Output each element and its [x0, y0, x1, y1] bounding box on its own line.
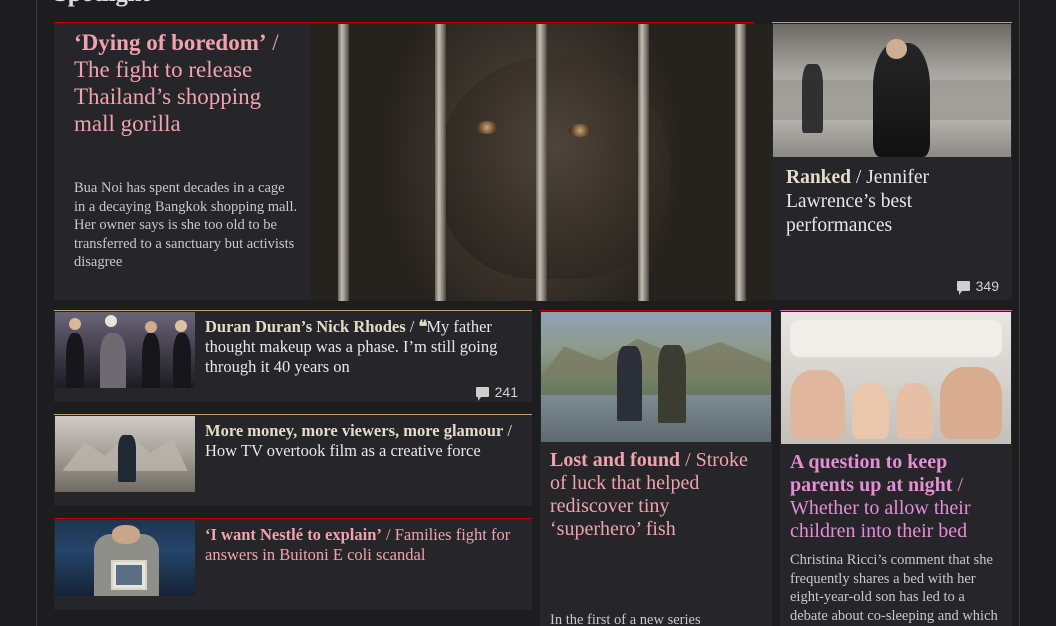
card-nestle-separator: /: [381, 525, 395, 544]
sleeping-adult-right: [939, 367, 1002, 439]
card-nestle-headline[interactable]: ‘I want Nestlé to explain’ / Families fi…: [205, 525, 522, 565]
duran-duran-thumbnail[interactable]: [55, 312, 195, 388]
comment-bubble-icon: [956, 281, 970, 295]
card-tv-glamour-separator: /: [503, 421, 513, 440]
pillow: [790, 319, 1002, 357]
card-superhero-fish-standfirst: In the first of a new series: [550, 612, 701, 626]
card-ranked-comment-count[interactable]: 349: [956, 278, 999, 295]
cage-bar: [434, 24, 446, 301]
hills-shape: [541, 338, 771, 377]
jl-figure: [872, 42, 931, 157]
gorilla-image[interactable]: [310, 24, 772, 301]
card-children-in-bed-separator: /: [952, 474, 964, 496]
river-image[interactable]: [541, 312, 771, 442]
card-gorilla-text: ‘Dying of boredom’ / The fight to releas…: [74, 29, 299, 272]
comment-bubble-icon: [475, 387, 489, 401]
card-gorilla-kicker: ‘Dying of boredom’: [74, 30, 267, 55]
band-member: [172, 333, 191, 388]
jl-head: [886, 38, 908, 59]
cage-bar: [638, 24, 650, 301]
card-tv-glamour-kicker: More money, more viewers, more glamour: [205, 421, 504, 440]
content-container: Spotlight Hide ‘Dying of bo: [37, 0, 1019, 626]
card-duran-duran-kicker: Duran Duran’s Nick Rhodes: [205, 317, 406, 336]
card-gorilla-headline-text: The fight to release Thailand’s shopping…: [74, 57, 262, 136]
card-nestle-kicker: ‘I want Nestlé to explain’: [205, 525, 382, 544]
comment-count-value: 349: [975, 278, 999, 294]
page-title: Spotlight: [54, 0, 150, 8]
tv-drama-thumbnail[interactable]: [55, 416, 195, 492]
photo-frame-inner: [116, 564, 143, 585]
card-duran-duran-comment-count[interactable]: 241: [475, 384, 518, 401]
cage-bar: [735, 24, 747, 301]
middle-column: Lost and found / Stroke of luck that hel…: [540, 310, 772, 626]
list-column: Duran Duran’s Nick Rhodes / ❝My father t…: [54, 310, 532, 622]
right-column: A question to keep parents up at night /…: [780, 310, 1012, 626]
card-nestle-body: ‘I want Nestlé to explain’ / Families fi…: [195, 519, 532, 610]
card-children-in-bed-headline[interactable]: A question to keep parents up at night /…: [790, 451, 1004, 543]
card-ranked-separator: /: [851, 167, 867, 188]
band-member: [66, 333, 85, 388]
card-tv-glamour-body: More money, more viewers, more glamour /…: [195, 415, 532, 506]
nestle-thumbnail[interactable]: [55, 520, 195, 596]
card-ranked-headline[interactable]: Ranked / Jennifer Lawrence’s best perfor…: [786, 166, 998, 238]
card-superhero-fish-kicker: Lost and found: [550, 449, 681, 471]
spotlight-section-page: Spotlight Hide ‘Dying of bo: [0, 0, 1056, 626]
card-tv-glamour-headline-text: How TV overtook film as a creative force: [205, 441, 481, 460]
card-tv-glamour-headline[interactable]: More money, more viewers, more glamour /…: [205, 421, 522, 461]
band-member-head: [175, 319, 188, 332]
card-gorilla-separator: /: [266, 30, 279, 55]
person-left: [616, 345, 643, 422]
card-duran-duran[interactable]: Duran Duran’s Nick Rhodes / ❝My father t…: [54, 310, 532, 402]
cage-bar: [536, 24, 548, 301]
person-right: [658, 344, 686, 423]
photo-frame: [111, 559, 148, 590]
card-gorilla-headline[interactable]: ‘Dying of boredom’ / The fight to releas…: [74, 29, 299, 137]
card-ranked-kicker: Ranked: [786, 167, 852, 188]
comment-count-value: 241: [494, 384, 518, 400]
card-duran-duran-separator: /: [405, 317, 419, 336]
card-superhero-fish-text: Lost and found / Stroke of luck that hel…: [550, 449, 762, 541]
card-nestle[interactable]: ‘I want Nestlé to explain’ / Families fi…: [54, 518, 532, 610]
card-children-in-bed-kicker: A question to keep parents up at night: [790, 451, 953, 496]
card-children-in-bed-standfirst: Christina Ricci’s comment that she frequ…: [790, 552, 998, 624]
card-children-in-bed[interactable]: A question to keep parents up at night /…: [780, 310, 1012, 626]
card-superhero-fish[interactable]: Lost and found / Stroke of luck that hel…: [540, 310, 772, 626]
band-member-head: [144, 321, 157, 334]
card-children-in-bed-headline-text: Whether to allow their children into the…: [790, 497, 971, 542]
card-ranked-jennifer-lawrence[interactable]: Ranked / Jennifer Lawrence’s best perfor…: [772, 22, 1012, 300]
section-header: Spotlight Hide: [54, 0, 1019, 12]
sleeping-adult-left: [790, 370, 846, 439]
family-sleeping-image[interactable]: [781, 312, 1011, 444]
jl-background-figure: [801, 63, 823, 134]
cage-bar: [337, 24, 349, 301]
standing-figure: [118, 435, 137, 483]
card-duran-duran-headline[interactable]: Duran Duran’s Nick Rhodes / ❝My father t…: [205, 317, 522, 377]
band-member: [141, 333, 160, 388]
man-head: [112, 525, 141, 544]
band-member: [99, 333, 126, 388]
gorilla-face: [439, 57, 671, 279]
card-gorilla[interactable]: ‘Dying of boredom’ / The fight to releas…: [54, 22, 772, 301]
sleeping-child-left: [852, 383, 890, 439]
card-children-in-bed-text: A question to keep parents up at night /…: [790, 451, 1004, 543]
card-superhero-fish-separator: /: [680, 449, 696, 471]
card-tv-glamour[interactable]: More money, more viewers, more glamour /…: [54, 414, 532, 506]
card-ranked-text: Ranked / Jennifer Lawrence’s best perfor…: [786, 166, 998, 238]
band-member-head: [105, 315, 118, 328]
right-column-rule: [1019, 0, 1020, 626]
jennifer-lawrence-image[interactable]: [773, 24, 1011, 157]
card-gorilla-standfirst: Bua Noi has spent decades in a cage in a…: [74, 180, 298, 270]
card-superhero-fish-headline[interactable]: Lost and found / Stroke of luck that hel…: [550, 449, 762, 541]
gorilla-eye-right: [568, 123, 591, 137]
top-row: ‘Dying of boredom’ / The fight to releas…: [54, 22, 1012, 301]
river-water: [541, 395, 771, 442]
sleeping-child-right: [896, 383, 933, 439]
band-member-head: [69, 318, 81, 331]
